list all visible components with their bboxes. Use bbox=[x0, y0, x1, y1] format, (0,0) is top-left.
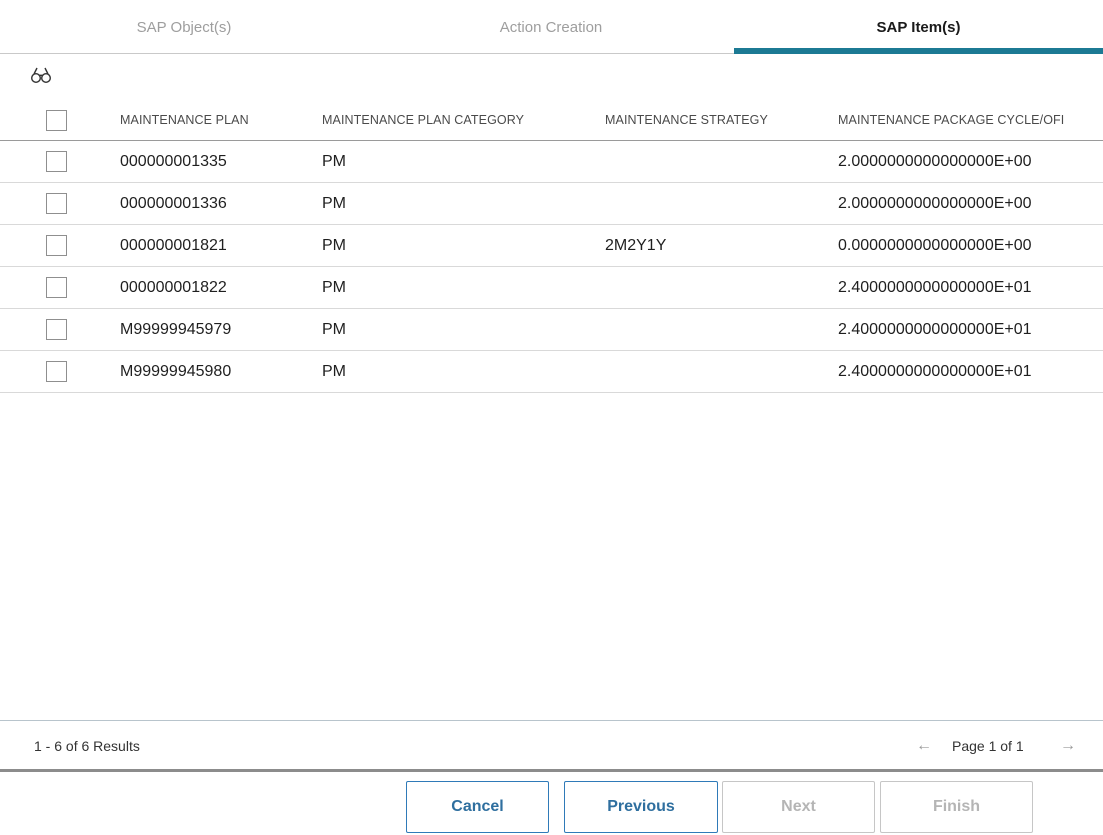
cell-package-cycle: 0.0000000000000000E+00 bbox=[838, 236, 1032, 254]
cell-maintenance-plan: 000000001335 bbox=[120, 152, 227, 170]
row-checkbox-cell bbox=[46, 141, 68, 182]
cell-strategy bbox=[605, 141, 825, 182]
row-checkbox[interactable] bbox=[46, 235, 67, 256]
table-row[interactable]: 000000001821 PM 2M2Y1Y 0.000000000000000… bbox=[0, 225, 1103, 267]
row-checkbox[interactable] bbox=[46, 361, 67, 382]
cell-package-cycle: 2.0000000000000000E+00 bbox=[838, 194, 1032, 212]
arrow-right-icon[interactable]: → bbox=[1060, 721, 1076, 770]
cell-plan-category: PM bbox=[322, 194, 346, 212]
cell-strategy bbox=[605, 309, 825, 350]
table-row[interactable]: 000000001335 PM 2.0000000000000000E+00 bbox=[0, 141, 1103, 183]
cell-plan-category: PM bbox=[322, 320, 346, 338]
row-checkbox[interactable] bbox=[46, 319, 67, 340]
column-header-strategy[interactable]: MAINTENANCE STRATEGY bbox=[605, 100, 825, 140]
active-step-indicator bbox=[734, 48, 1103, 54]
row-checkbox-cell bbox=[46, 183, 68, 224]
step-action-creation[interactable]: Action Creation bbox=[368, 0, 734, 54]
row-checkbox[interactable] bbox=[46, 193, 67, 214]
row-checkbox-cell bbox=[46, 309, 68, 350]
cell-maintenance-plan: 000000001822 bbox=[120, 278, 227, 296]
previous-button[interactable]: Previous bbox=[564, 781, 718, 833]
grid-pager: 1 - 6 of 6 Results ← Page 1 of 1 → bbox=[0, 720, 1103, 769]
wizard-steps: SAP Object(s) Action Creation SAP Item(s… bbox=[0, 0, 1103, 54]
cell-plan-category: PM bbox=[322, 362, 346, 380]
cell-strategy: 2M2Y1Y bbox=[605, 236, 667, 254]
footer-divider bbox=[0, 769, 1103, 772]
results-count: 1 - 6 of 6 Results bbox=[34, 737, 140, 754]
cell-package-cycle: 2.0000000000000000E+00 bbox=[838, 152, 1032, 170]
cell-plan-category: PM bbox=[322, 152, 346, 170]
cell-maintenance-plan: 000000001336 bbox=[120, 194, 227, 212]
binoculars-icon[interactable] bbox=[30, 66, 52, 84]
finish-button[interactable]: Finish bbox=[880, 781, 1033, 833]
cell-plan-category: PM bbox=[322, 278, 346, 296]
cell-strategy bbox=[605, 267, 825, 308]
cell-maintenance-plan: 000000001821 bbox=[120, 236, 227, 254]
table-row[interactable]: M99999945979 PM 2.4000000000000000E+01 bbox=[0, 309, 1103, 351]
table-row[interactable]: 000000001822 PM 2.4000000000000000E+01 bbox=[0, 267, 1103, 309]
row-checkbox-cell bbox=[46, 225, 68, 266]
select-all-cell bbox=[46, 100, 68, 140]
cell-maintenance-plan: M99999945980 bbox=[120, 362, 232, 380]
step-sap-items[interactable]: SAP Item(s) bbox=[734, 0, 1103, 54]
row-checkbox[interactable] bbox=[46, 277, 67, 298]
cell-plan-category: PM bbox=[322, 236, 346, 254]
table-row[interactable]: 000000001336 PM 2.0000000000000000E+00 bbox=[0, 183, 1103, 225]
arrow-left-icon[interactable]: ← bbox=[916, 721, 932, 770]
sap-items-grid: MAINTENANCE PLAN MAINTENANCE PLAN CATEGO… bbox=[0, 100, 1103, 393]
step-sap-objects[interactable]: SAP Object(s) bbox=[0, 0, 368, 54]
cell-strategy bbox=[605, 183, 825, 224]
cell-package-cycle: 2.4000000000000000E+01 bbox=[838, 278, 1032, 296]
grid-header-row: MAINTENANCE PLAN MAINTENANCE PLAN CATEGO… bbox=[0, 100, 1103, 141]
table-row[interactable]: M99999945980 PM 2.4000000000000000E+01 bbox=[0, 351, 1103, 393]
column-header-maintenance-plan[interactable]: MAINTENANCE PLAN bbox=[120, 100, 310, 140]
cell-strategy bbox=[605, 351, 825, 392]
row-checkbox[interactable] bbox=[46, 151, 67, 172]
cell-package-cycle: 2.4000000000000000E+01 bbox=[838, 362, 1032, 380]
column-header-package-cycle[interactable]: MAINTENANCE PACKAGE CYCLE/OFI bbox=[838, 100, 1103, 140]
cancel-button[interactable]: Cancel bbox=[406, 781, 549, 833]
cell-package-cycle: 2.4000000000000000E+01 bbox=[838, 320, 1032, 338]
column-header-plan-category[interactable]: MAINTENANCE PLAN CATEGORY bbox=[322, 100, 592, 140]
row-checkbox-cell bbox=[46, 351, 68, 392]
next-button[interactable]: Next bbox=[722, 781, 875, 833]
page-label: Page 1 of 1 bbox=[952, 737, 1024, 754]
select-all-checkbox[interactable] bbox=[46, 109, 67, 131]
row-checkbox-cell bbox=[46, 267, 68, 308]
cell-maintenance-plan: M99999945979 bbox=[120, 320, 232, 338]
